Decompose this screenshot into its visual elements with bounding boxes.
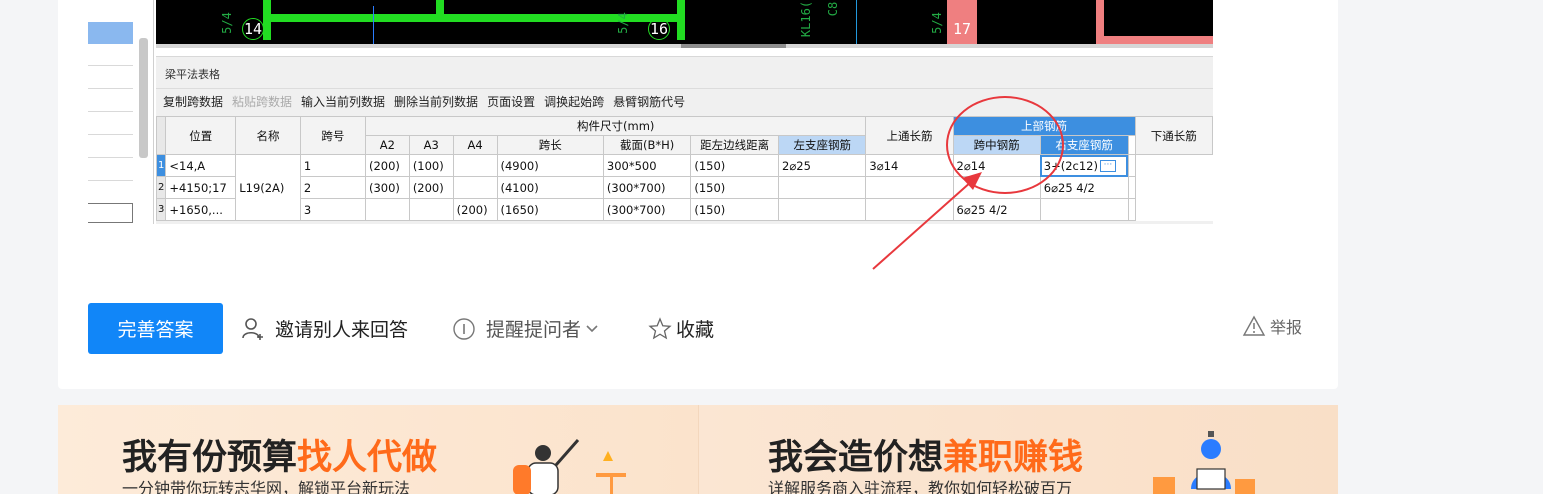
- row-number: 1: [155, 154, 167, 177]
- cell-position: +1650,...: [165, 198, 237, 221]
- cell: (200): [452, 198, 498, 221]
- banner-parttime[interactable]: 我会造价想兼职赚钱 详解服务商入驻流程，教你如何轻松破百万: [698, 405, 1338, 494]
- toolbar-item: 复制跨数据: [163, 95, 224, 109]
- cell-position: +4150;17: [165, 176, 237, 199]
- cell: 2: [299, 176, 366, 199]
- col-header: A4: [452, 135, 498, 155]
- table-row: 2 +4150;17 2 (300) (200) (4100) (300*700…: [155, 176, 1213, 199]
- cell: [408, 198, 454, 221]
- toolbar-item: 调换起始跨: [544, 95, 605, 109]
- cad-drawing: 5/4 14 5/4 16 KL16( C8 5/4 17: [156, 0, 1213, 44]
- banner-title: 我会造价想兼职赚钱: [768, 429, 1083, 480]
- cad-label: KL16(: [799, 0, 814, 38]
- panel-toolbar: 复制跨数据 粘贴跨数据 输入当前列数据 删除当前列数据 页面设置 调换起始跨 悬…: [163, 93, 685, 110]
- report-label: 举报: [1270, 318, 1303, 337]
- cell: (4100): [496, 176, 604, 199]
- col-header: 跨号: [299, 116, 366, 155]
- banner-title-prefix: 我会造价想: [768, 438, 944, 478]
- cell: [364, 198, 410, 221]
- cell: 300*500: [602, 154, 692, 177]
- col-header: A3: [408, 135, 454, 155]
- cell: [452, 154, 498, 177]
- cell: [1127, 154, 1136, 177]
- cell: (150): [690, 198, 780, 221]
- cad-label: 5/4: [615, 12, 630, 34]
- favorite-label: 收藏: [676, 319, 715, 341]
- col-header: 截面(B*H): [602, 135, 692, 155]
- person-illustration-icon: [513, 439, 626, 494]
- col-header: 上通长筋: [865, 116, 954, 155]
- image-left-pane: [88, 0, 154, 224]
- chevron-down-icon: [586, 324, 598, 332]
- cell: (200): [364, 154, 410, 177]
- col-header: 位置: [165, 116, 237, 155]
- axis-bubble: 14: [242, 18, 264, 40]
- cell: [1127, 176, 1136, 199]
- toolbar-item: 粘贴跨数据: [232, 95, 293, 109]
- cell: 6⌀25 4/2: [1039, 176, 1129, 199]
- improve-answer-button[interactable]: 完善答案: [88, 303, 223, 354]
- cell: (300*700): [602, 176, 692, 199]
- toolbar-item: 删除当前列数据: [394, 95, 479, 109]
- cell: 3: [299, 198, 366, 221]
- cell: (300): [364, 176, 410, 199]
- toolbar-item: 悬臂钢筋代号: [613, 95, 686, 109]
- cell-position: <14,A: [165, 154, 237, 177]
- info-icon: [453, 317, 475, 340]
- cell: (1650): [496, 198, 604, 221]
- col-header: 左支座钢筋: [778, 135, 867, 155]
- cell: [778, 198, 867, 221]
- star-icon: [648, 316, 672, 339]
- cell: [452, 176, 498, 199]
- cell: 2⌀25: [778, 154, 867, 177]
- banner-outsource[interactable]: 我有份预算找人代做 一分钟带你玩转志华网，解锁平台新玩法: [58, 405, 698, 494]
- col-header: A2: [364, 135, 410, 155]
- axis-bubble: 16: [648, 18, 670, 40]
- banner-title-prefix: 我有份预算: [122, 438, 298, 478]
- cad-label: C8: [826, 1, 841, 17]
- col-header: 跨长: [496, 135, 604, 155]
- cell: [1127, 198, 1136, 221]
- table-row: 3 +1650,... 3 (200) (1650) (300*700) (15…: [155, 198, 1213, 221]
- cad-label: 5/4: [219, 12, 234, 34]
- banner-title-highlight: 找人代做: [297, 438, 438, 478]
- report-button[interactable]: 举报: [1242, 314, 1302, 338]
- annotation-arrow-icon: [872, 172, 982, 270]
- more-icon: ···: [1099, 160, 1116, 172]
- remind-asker-button[interactable]: 提醒提问者: [452, 315, 599, 342]
- cell: 1: [299, 154, 366, 177]
- cell: [778, 176, 867, 199]
- group-header: 构件尺寸(mm): [364, 116, 867, 136]
- cell: (4900): [496, 154, 604, 177]
- cell: (150): [690, 154, 780, 177]
- user-add-icon: [242, 317, 263, 340]
- cell: [1039, 198, 1129, 221]
- axis-bubble: 17: [951, 18, 973, 40]
- worker-illustration-icon: [1153, 431, 1255, 494]
- banner-title: 我有份预算找人代做: [122, 429, 437, 480]
- remind-label: 提醒提问者: [486, 319, 582, 341]
- toolbar-item: 输入当前列数据: [301, 95, 386, 109]
- favorite-button[interactable]: 收藏: [648, 315, 714, 342]
- col-header: 距左边线距离: [690, 135, 780, 155]
- cell-name: L19(2A): [235, 154, 301, 221]
- cell: (150): [690, 176, 780, 199]
- toolbar-item: 页面设置: [487, 95, 536, 109]
- panel-title: 梁平法表格: [165, 68, 220, 81]
- row-number: 3: [155, 198, 167, 221]
- banner-subtitle: 一分钟带你玩转志华网，解锁平台新玩法: [122, 479, 411, 494]
- col-header: 下通长筋: [1134, 116, 1213, 155]
- cell: (300*700): [602, 198, 692, 221]
- banner-subtitle: 详解服务商入驻流程，教你如何轻松破百万: [768, 479, 1073, 494]
- cad-scrollbar: [156, 44, 1213, 48]
- warning-icon: [1242, 315, 1266, 336]
- cell: (100): [408, 154, 454, 177]
- row-number: 2: [155, 176, 167, 199]
- col-header: 名称: [235, 116, 301, 155]
- invite-button[interactable]: 邀请别人来回答: [241, 315, 408, 342]
- invite-label: 邀请别人来回答: [275, 319, 409, 341]
- cell: (200): [408, 176, 454, 199]
- banner-title-highlight: 兼职赚钱: [943, 438, 1084, 478]
- cad-label: 5/4: [929, 12, 944, 34]
